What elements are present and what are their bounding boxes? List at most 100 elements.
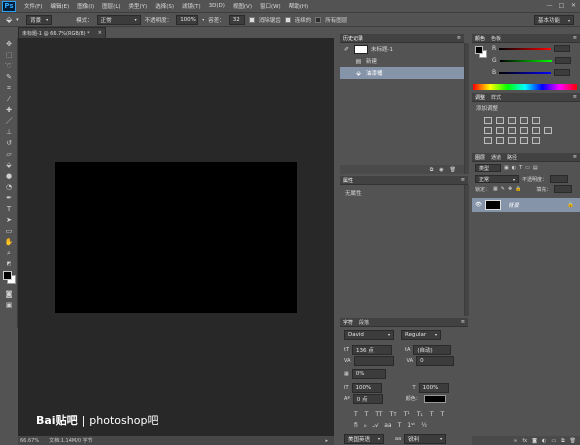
antialias-checkbox[interactable] [248,16,255,23]
green-input[interactable] [554,57,571,64]
zoom-tool-icon[interactable]: ⌕ [2,248,16,258]
rectangle-tool-icon[interactable]: ▭ [2,226,16,236]
screen-mode-icon[interactable]: ▣ [2,300,16,310]
antialias-select[interactable]: 锐利 ▾ [404,433,447,444]
all-caps-icon[interactable]: TT [375,411,382,418]
brush-source-icon[interactable]: ✐ [342,45,351,54]
minimize-button[interactable]: — [545,1,554,9]
curves-icon[interactable] [508,117,516,124]
tab-paragraph[interactable]: 段落 [359,319,369,326]
dodge-tool-icon[interactable]: ◔ [2,182,16,192]
fractions-icon[interactable]: ½ [421,422,427,429]
selective-color-icon[interactable] [532,137,540,144]
tab-layers[interactable]: 图层 [475,154,485,161]
lock-pixels-icon[interactable]: ✎ [501,186,505,192]
all-layers-checkbox[interactable] [315,16,322,23]
menu-view[interactable]: 视图(V) [229,2,256,10]
menu-select[interactable]: 选择(S) [151,2,178,10]
eye-icon[interactable]: 👁 [475,202,482,208]
panel-menu-icon[interactable]: ≡ [461,319,465,325]
default-colors-icon[interactable]: ◩ [2,259,16,269]
link-layers-icon[interactable]: ∞ [513,438,517,444]
tolerance-input[interactable]: 32 [228,14,245,25]
quick-mask-icon[interactable]: ◙ [2,289,16,299]
path-select-tool-icon[interactable]: ➤ [2,215,16,225]
lock-position-icon[interactable]: ✥ [508,186,512,192]
menu-type[interactable]: 类型(Y) [125,2,152,10]
eraser-tool-icon[interactable]: ▱ [2,149,16,159]
color-swatches[interactable] [2,270,17,288]
kerning-input[interactable] [353,355,394,366]
language-select[interactable]: 美国英语 ▾ [344,433,384,444]
panel-menu-icon[interactable]: ≡ [573,35,577,41]
lasso-tool-icon[interactable]: ➰ [2,61,16,71]
channel-mixer-icon[interactable] [532,127,540,134]
close-document-icon[interactable]: × [98,30,102,36]
lock-all-icon[interactable]: 🔒 [515,186,521,192]
levels-icon[interactable] [496,117,504,124]
blend-mode-select[interactable]: 正常 ▾ [475,175,519,183]
font-style-select[interactable]: Regular ▾ [401,329,441,340]
underline-icon[interactable]: T [430,411,434,418]
move-tool-icon[interactable]: ✥ [2,39,16,49]
blue-slider[interactable] [499,71,552,74]
panel-menu-icon[interactable]: ≡ [573,154,577,160]
panel-menu-icon[interactable]: ≡ [461,177,465,183]
eyedropper-tool-icon[interactable]: ⁄ [2,94,16,104]
new-adjustment-layer-icon[interactable]: ◐ [542,438,546,444]
tab-channels[interactable]: 通道 [491,154,501,161]
tab-paths[interactable]: 路径 [507,154,517,161]
tab-swatches[interactable]: 色板 [491,35,501,42]
menu-window[interactable]: 窗口(W) [256,2,285,10]
menu-layer[interactable]: 图层(L) [98,2,124,10]
exposure-icon[interactable] [520,117,528,124]
filter-smart-icon[interactable]: ▤ [533,165,538,171]
history-snapshot[interactable]: ✐ 未标题-1 [340,43,464,55]
color-balance-icon[interactable] [496,127,504,134]
foreground-color-swatch[interactable] [3,271,12,280]
close-window-button[interactable]: ✕ [569,1,578,9]
menu-file[interactable]: 文件(F) [20,2,46,10]
layer-filter-select[interactable]: 类型 [475,164,501,172]
type-tool-icon[interactable]: T [2,204,16,214]
paint-bucket-tool-icon[interactable]: ⬙ [2,160,16,170]
brush-tool-icon[interactable]: ／ [2,116,16,126]
faux-bold-icon[interactable]: T [354,411,358,418]
color-ramp[interactable] [473,84,577,90]
blue-input[interactable] [554,69,571,76]
lock-transparent-icon[interactable]: ▦ [493,186,498,192]
black-white-icon[interactable] [508,127,516,134]
trash-icon[interactable]: 🗑 [570,438,576,444]
color-lookup-icon[interactable] [544,127,552,134]
superscript-icon[interactable]: T¹ [404,411,410,418]
swash-icon[interactable]: 𝒜 [373,422,379,430]
faux-italic-icon[interactable]: T [365,411,369,418]
posterize-icon[interactable] [496,137,504,144]
history-scrollbar[interactable] [464,43,469,174]
pen-tool-icon[interactable]: ✒ [2,193,16,203]
vertical-scale-input[interactable]: 100% [351,382,382,393]
alternates-icon[interactable]: aa [384,422,391,429]
quick-select-tool-icon[interactable]: ✎ [2,72,16,82]
menu-filter[interactable]: 滤镜(T) [178,2,205,10]
tab-properties[interactable]: 属性 [343,177,353,184]
red-input[interactable] [554,45,571,52]
chevron-down-icon[interactable]: ▾ [16,17,22,23]
healing-brush-tool-icon[interactable]: ✚ [2,105,16,115]
baseline-shift-input[interactable]: 0 点 [352,393,383,404]
strikethrough-icon[interactable]: T [441,411,445,418]
tab-color[interactable]: 颜色 [475,35,485,42]
panel-menu-icon[interactable]: ≡ [573,94,577,100]
layer-style-icon[interactable]: fx [522,438,527,444]
clone-stamp-tool-icon[interactable]: ⊥ [2,127,16,137]
new-document-from-state-icon[interactable]: ⧉ [430,167,434,173]
red-slider[interactable] [499,47,552,50]
tab-adjustments[interactable]: 调整 [475,94,485,101]
menu-help[interactable]: 帮助(H) [285,2,312,10]
tracking-input[interactable]: 0 [416,355,455,366]
leading-input[interactable]: (自动) [413,344,452,355]
brightness-icon[interactable] [484,117,492,124]
tab-character[interactable]: 字符 [343,319,353,326]
workspace-select[interactable]: 基本功能 ▾ [534,15,574,25]
document-canvas[interactable] [55,162,297,313]
